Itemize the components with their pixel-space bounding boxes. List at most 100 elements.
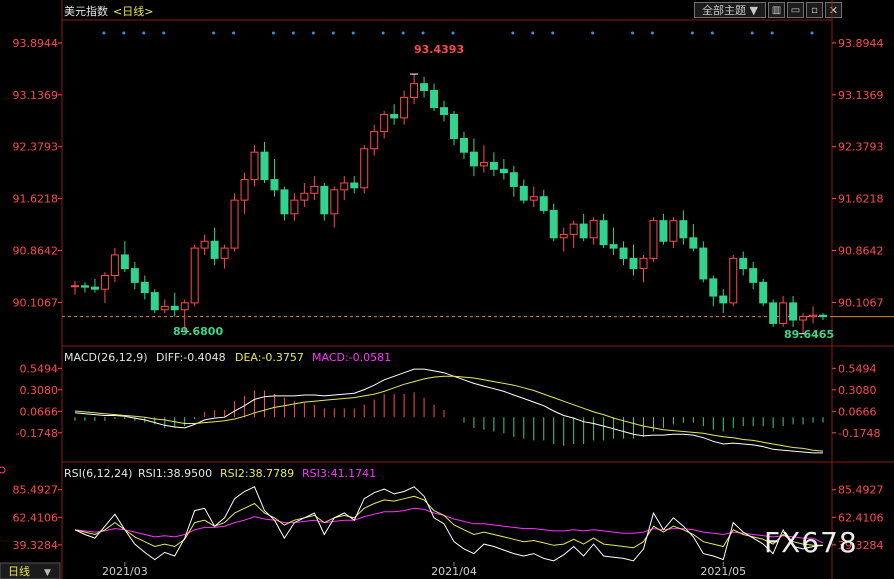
y-tick-label-right: 85.4927 — [838, 484, 884, 497]
candle — [370, 131, 379, 150]
event-dot — [451, 31, 455, 35]
low-price-label: 89.6800 — [173, 325, 224, 338]
candle — [190, 247, 199, 304]
event-dot — [351, 31, 355, 35]
y-tick-label-left: 93.8944 — [13, 37, 59, 50]
macd-diff-line — [74, 368, 823, 454]
event-dot — [122, 31, 126, 35]
event-dot — [212, 31, 216, 35]
candle — [639, 257, 648, 270]
candle — [659, 220, 668, 242]
candle — [789, 302, 798, 321]
rsi3-line — [74, 507, 824, 544]
candle — [499, 168, 508, 174]
candle — [330, 189, 339, 215]
event-dot — [591, 31, 595, 35]
candle — [469, 151, 478, 167]
candle — [549, 209, 558, 239]
y-tick-label-right: 90.1067 — [838, 296, 884, 309]
event-dot — [162, 31, 166, 35]
candle — [739, 257, 748, 270]
event-dot — [551, 31, 555, 35]
candle — [430, 90, 439, 109]
candle — [270, 179, 279, 191]
macd-title: MACD(26,12,9) — [64, 351, 148, 364]
candle — [290, 199, 299, 215]
candle — [689, 237, 698, 249]
y-tick-label-right: 0.5494 — [838, 362, 877, 375]
y-tick-label-left: 62.4106 — [13, 511, 59, 524]
candle — [699, 247, 708, 280]
candle — [669, 220, 678, 242]
event-dot — [232, 31, 236, 35]
candle — [150, 292, 159, 311]
event-dot — [810, 31, 814, 35]
candle — [210, 240, 219, 259]
candle — [709, 278, 718, 297]
y-tick-label-left: -0.1748 — [16, 427, 58, 440]
event-dot — [770, 31, 774, 35]
candle — [679, 220, 688, 239]
candle — [280, 189, 289, 215]
candle — [539, 196, 548, 211]
indicator-dot-icon — [0, 466, 6, 474]
candle — [779, 302, 788, 324]
candle — [459, 137, 468, 153]
watermark-logo: FX678 — [764, 526, 858, 559]
event-dot — [421, 31, 425, 35]
candle — [240, 179, 249, 201]
x-tick-label: 2021/05 — [700, 565, 746, 578]
macd-diff-label: DIFF:-0.4048 — [156, 351, 226, 364]
candle — [230, 199, 239, 249]
x-tick-label: 2021/03 — [102, 565, 148, 578]
high-price-label: 93.4393 — [414, 43, 465, 56]
event-dot — [690, 31, 694, 35]
candle — [729, 257, 738, 304]
candle — [320, 185, 329, 215]
rsi2-label: RSI2:38.7789 — [220, 467, 295, 480]
y-tick-label-right: 90.8642 — [838, 245, 884, 258]
candle — [589, 220, 598, 239]
candle — [100, 274, 109, 290]
candle — [759, 281, 768, 304]
event-dot — [142, 31, 146, 35]
rsi2-line — [74, 495, 823, 549]
candle — [529, 196, 538, 201]
candle — [749, 268, 758, 283]
candle — [380, 113, 389, 133]
event-dot — [401, 31, 405, 35]
candle — [360, 148, 369, 189]
chevron-down-icon: ▼ — [44, 568, 51, 578]
candle — [71, 285, 79, 288]
candle — [579, 223, 588, 239]
y-tick-label-left: 0.0666 — [20, 405, 59, 418]
candle — [769, 302, 778, 324]
candle — [420, 83, 429, 92]
candle — [440, 107, 448, 115]
last-low-price-label: 89.6465 — [784, 328, 835, 341]
y-tick-label-left: 91.6218 — [13, 193, 59, 206]
y-tick-label-left: 85.4927 — [13, 484, 59, 497]
event-dot — [291, 31, 295, 35]
event-dot — [381, 31, 385, 35]
candle — [629, 257, 638, 270]
candle — [160, 305, 169, 311]
candle — [220, 247, 229, 259]
candle — [819, 314, 827, 318]
candle — [649, 220, 658, 259]
y-tick-label-right: 93.1369 — [838, 89, 884, 102]
y-tick-label-right: 91.6218 — [838, 193, 884, 206]
y-tick-label-left: 90.8642 — [13, 245, 59, 258]
y-tick-label-left: 0.5494 — [20, 362, 59, 375]
candle — [489, 161, 498, 170]
candle — [519, 185, 528, 201]
event-dot — [331, 31, 335, 35]
candle — [479, 161, 488, 167]
x-tick-label: 2021/04 — [431, 565, 477, 578]
chart-canvas: 93.8944 93.8944 93.1369 93.1369 92.3793 92.37… — [0, 0, 894, 579]
candle — [140, 281, 149, 294]
candle — [799, 316, 808, 321]
y-tick-label-left: 39.3284 — [13, 539, 59, 552]
rsi1-label: RSI1:38.9500 — [138, 467, 213, 480]
rsi3-label: RSI3:41.1741 — [302, 467, 377, 480]
